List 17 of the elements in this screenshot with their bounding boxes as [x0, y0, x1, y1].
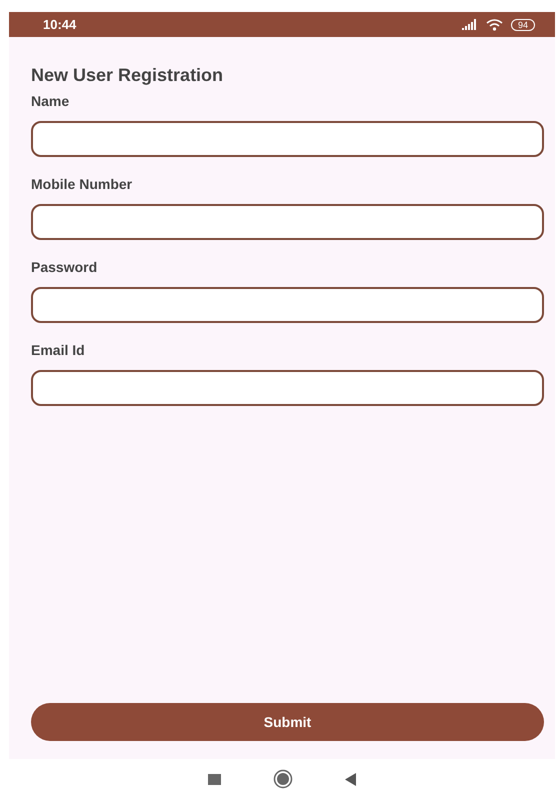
- input-field[interactable]: [31, 204, 544, 240]
- wifi-icon: [486, 18, 503, 30]
- field-label: Name: [31, 93, 70, 109]
- signal-icon: [462, 19, 478, 30]
- field-label: Password: [31, 259, 98, 275]
- form-title: New User Registration: [31, 65, 224, 86]
- field-label: Email Id: [31, 342, 86, 358]
- input-field[interactable]: [31, 121, 544, 157]
- input-field[interactable]: [31, 370, 544, 406]
- back-icon[interactable]: [345, 772, 356, 786]
- battery-indicator: 94: [510, 18, 535, 30]
- clock-time: 10:44: [43, 17, 76, 32]
- submit-button[interactable]: Submit: [31, 703, 544, 741]
- recent-apps-icon[interactable]: [208, 774, 221, 784]
- home-icon[interactable]: [273, 769, 293, 789]
- field-label: Mobile Number: [31, 176, 134, 192]
- input-field[interactable]: [31, 287, 544, 323]
